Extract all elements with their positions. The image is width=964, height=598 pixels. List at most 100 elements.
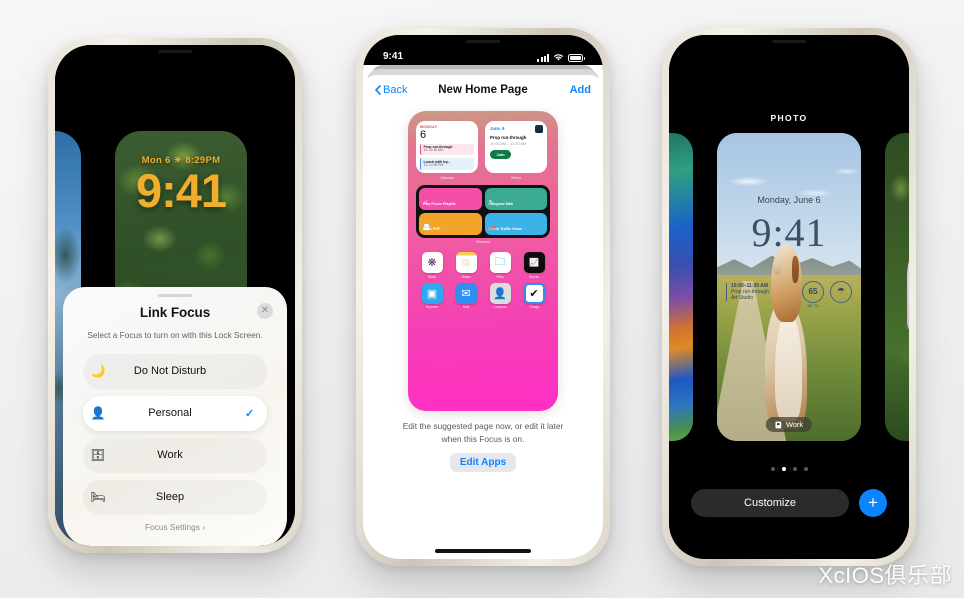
app-label: Files: [496, 274, 504, 279]
app-notes[interactable]: ▤ Notes: [451, 252, 481, 279]
page-dot[interactable]: [803, 467, 808, 471]
keynote-icon: ▣: [421, 282, 443, 304]
wallpaper-preview-previous[interactable]: [669, 133, 693, 441]
calendar-day-number: 6: [420, 129, 427, 141]
contacts-glyph: 👤: [493, 287, 507, 300]
app-contacts[interactable]: 👤 Contacts: [485, 282, 515, 309]
lock-clock: 9:41: [751, 209, 827, 255]
app-keynote[interactable]: ▣ Keynote: [417, 282, 447, 309]
lock-screen-preview-active[interactable]: Monday, June 6 9:41 10:00–11:30 AM Prop …: [717, 133, 861, 441]
app-grid: ❋ Slack ▤ Notes 🗀 Files 📈 Stocks ▣ Keyno…: [408, 244, 558, 309]
temperature-range: 55 72: [803, 303, 823, 308]
calendar-widget-label: Calendar: [440, 175, 454, 180]
shortcut-play-focus-playlist[interactable]: ♫ Play Focus Playlist: [419, 187, 482, 210]
shortcut-label: Play Focus Playlist: [423, 201, 456, 206]
app-things[interactable]: ✔ Things: [519, 282, 549, 309]
wifi-icon: [554, 54, 563, 61]
sheet-title: Link Focus: [139, 305, 211, 320]
focus-option-personal[interactable]: 👤 Personal ✓: [83, 395, 267, 431]
mail-icon: ✉: [455, 282, 477, 304]
app-mail[interactable]: ✉ Mail: [451, 282, 481, 309]
things-glyph: ✔: [529, 287, 539, 300]
app-label: Keynote: [425, 305, 439, 309]
app-label: Mail: [462, 305, 470, 309]
temperature-value: 65: [808, 287, 818, 297]
add-button[interactable]: Add: [570, 84, 591, 96]
battery-icon: [568, 53, 586, 62]
wallpaper-preview-next[interactable]: [885, 133, 909, 441]
focus-option-label: Sleep: [155, 491, 185, 504]
home-page-preview[interactable]: MONDAY 6 Prop run-through 10–11:30 AM Lu…: [408, 111, 558, 411]
calendar-widget-wrapper[interactable]: MONDAY 6 Prop run-through 10–11:30 AM Lu…: [416, 121, 478, 180]
focus-option-do-not-disturb[interactable]: 🌙 Do Not Disturb: [83, 354, 267, 389]
focus-badge[interactable]: Work: [765, 417, 813, 432]
home-indicator[interactable]: [435, 549, 531, 553]
join-button[interactable]: Join: [490, 149, 511, 159]
mail-glyph: ✉: [461, 287, 471, 300]
shortcut-check-traffic-home[interactable]: 🚗 Check Traffic Home: [484, 212, 547, 235]
customize-button[interactable]: Customize: [691, 489, 849, 517]
page-dots[interactable]: [669, 467, 909, 471]
add-wallpaper-button[interactable]: +: [859, 489, 887, 517]
temp-high: 72: [814, 302, 819, 308]
wallpaper-picker-screen: PHOTO Monday, June 6 9:41 10:00–11:30 AM…: [669, 35, 909, 559]
dog-snout: [773, 259, 782, 275]
webex-widget-label: Webex: [510, 175, 522, 180]
dog-subject: [760, 243, 818, 429]
webex-meeting-title: Prop run-through: [490, 135, 527, 140]
phone-1-lock-screen-focus: Mon 6 ☀ 8:29PM 9:41 Link Focus ✕ Select …: [48, 38, 302, 553]
page-dot[interactable]: [792, 467, 797, 471]
dog-chest: [775, 314, 802, 422]
focus-option-work[interactable]: 🗄 Work: [83, 438, 267, 473]
webex-widget[interactable]: June, 6 Prop run-through 10:00 AM – 11:3…: [485, 121, 547, 173]
shortcut-label: Make PDF: [423, 226, 441, 231]
focus-settings-link[interactable]: Focus Settings ›: [63, 522, 287, 532]
checkmark-icon: ✓: [245, 407, 255, 420]
close-icon[interactable]: ✕: [257, 303, 273, 319]
temperature-widget[interactable]: 65 55 72: [802, 280, 824, 308]
instruction-text: Edit the suggested page now, or edit it …: [402, 421, 564, 444]
status-time: 9:41: [383, 51, 404, 62]
app-files[interactable]: 🗀 Files: [485, 252, 515, 279]
focus-option-sleep[interactable]: 🛏 Sleep: [83, 480, 267, 515]
webex-widget-wrapper[interactable]: June, 6 Prop run-through 10:00 AM – 11:3…: [485, 121, 547, 180]
app-slack[interactable]: ❋ Slack: [417, 252, 447, 279]
briefcase-icon: [775, 421, 782, 428]
new-home-page-sheet: Back New Home Page Add MONDAY 6 Prop run…: [363, 75, 603, 559]
temp-low: 55: [807, 302, 812, 308]
phone-3-display: PHOTO Monday, June 6 9:41 10:00–11:30 AM…: [669, 35, 909, 559]
calendar-widget[interactable]: MONDAY 6 Prop run-through 10–11:30 AM Lu…: [416, 121, 478, 173]
slack-icon: ❋: [421, 252, 443, 273]
page-dot[interactable]: [770, 467, 775, 471]
page-dot-active[interactable]: [781, 467, 786, 471]
phone-3-wallpaper-picker: PHOTO Monday, June 6 9:41 10:00–11:30 AM…: [662, 28, 916, 566]
umbrella-icon[interactable]: ☂: [830, 280, 852, 303]
files-glyph: 🗀: [494, 256, 506, 268]
files-icon: 🗀: [489, 252, 511, 273]
stocks-icon: 📈: [523, 252, 545, 273]
app-label: Things: [528, 305, 540, 309]
contacts-icon: 👤: [489, 282, 511, 304]
calendar-event-widget[interactable]: 10:00–11:30 AM Prop run-through Art Stud…: [726, 282, 796, 301]
notes-icon: ▤: [455, 252, 477, 273]
edit-apps-button[interactable]: Edit Apps: [450, 453, 516, 473]
shortcut-make-pdf[interactable]: 📄 Make PDF: [419, 212, 482, 235]
shortcuts-widget[interactable]: ♫ Play Focus Playlist ✎ Compose Mail 📄 M…: [416, 184, 550, 238]
app-label: Notes: [461, 274, 471, 279]
widget-row: MONDAY 6 Prop run-through 10–11:30 AM Lu…: [408, 111, 558, 180]
shortcuts-grid: ♫ Play Focus Playlist ✎ Compose Mail 📄 M…: [419, 187, 547, 235]
things-icon: ✔: [523, 282, 545, 304]
lock-clock: 9:41: [135, 164, 227, 217]
earpiece-speaker: [466, 40, 500, 43]
calendar-event: Prop run-through 10–11:30 AM: [420, 143, 474, 156]
notch: [430, 35, 536, 55]
status-icons: [537, 53, 586, 62]
cellular-signal-icon: [537, 53, 549, 62]
phone-2-new-home-page: 9:41 Back New Home Page Add MONDAY 6 Pro…: [356, 28, 610, 566]
shortcuts-widget-wrapper[interactable]: ♫ Play Focus Playlist ✎ Compose Mail 📄 M…: [408, 184, 558, 244]
app-stocks[interactable]: 📈 Stocks: [519, 252, 549, 279]
shortcut-compose-mail[interactable]: ✎ Compose Mail: [484, 187, 547, 210]
sheet-grabber[interactable]: [158, 294, 192, 297]
event-time: 12–12:30 PM: [423, 162, 444, 167]
garden-wallpaper: [885, 133, 909, 441]
